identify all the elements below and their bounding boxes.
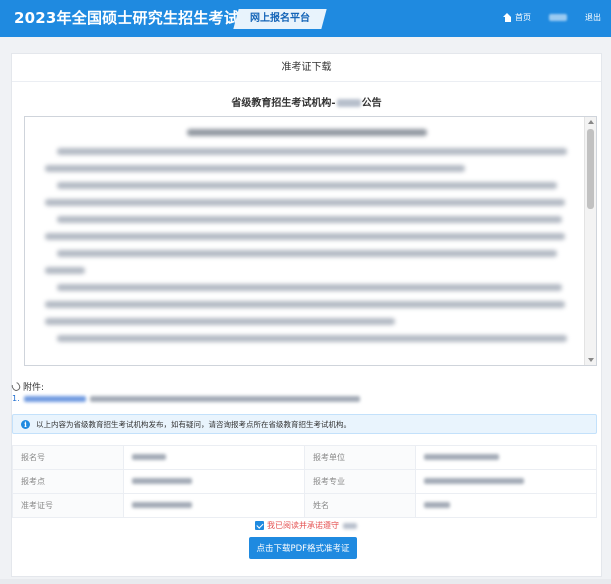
agreement-checkbox[interactable] <box>255 521 264 530</box>
notice-heading: 省级教育招生考试机构- 公告 <box>12 94 601 109</box>
scroll-down-arrow-icon[interactable] <box>588 358 594 362</box>
notice-line <box>57 148 567 155</box>
notice-scroll-box[interactable] <box>24 116 597 366</box>
footer-strip <box>0 579 611 584</box>
label-ticket-no: 准考证号 <box>12 493 124 518</box>
scroll-up-arrow-icon[interactable] <box>588 120 594 124</box>
site-title: 2023年全国硕士研究生招生考试 <box>14 9 239 27</box>
info-icon: i <box>21 419 30 429</box>
notice-line <box>45 301 565 308</box>
scroll-thumb[interactable] <box>587 129 594 209</box>
notice-heading-suffix: 公告 <box>361 98 382 109</box>
nav-logout[interactable]: 退出 <box>585 12 601 23</box>
table-row: 报名号 报考单位 <box>12 445 598 470</box>
attachments-label: 附件: <box>23 383 45 393</box>
agreement-text: 我已阅读并承诺遵守 <box>267 521 339 530</box>
agreement-doc-redacted <box>343 522 357 529</box>
notice-line <box>57 216 562 223</box>
info-alert: i 以上内容为省级教育招生考试机构发布，如有疑问，请咨询报考点所在省级教育招生考… <box>12 414 597 434</box>
label-name: 姓名 <box>303 493 416 518</box>
value-applied-unit <box>414 445 598 470</box>
notice-line <box>45 267 85 274</box>
notice-line <box>57 250 557 257</box>
platform-tag: 网上报名平台 <box>233 9 327 29</box>
attachments-header: 附件: <box>10 380 45 393</box>
notice-heading-prefix: 省级教育招生考试机构- <box>231 98 336 109</box>
table-row: 准考证号 姓名 <box>12 493 598 518</box>
download-pdf-button[interactable]: 点击下载PDF格式准考证 <box>249 537 357 559</box>
value-exam-site <box>123 469 305 494</box>
label-registration-no: 报名号 <box>12 445 124 470</box>
value-name <box>414 493 598 518</box>
paperclip-icon <box>10 380 22 393</box>
ticket-download-card: 准考证下载 省级教育招生考试机构- 公告 附件: 1. i 以上内容为省级教育招… <box>10 53 602 577</box>
notice-content-redacted <box>25 117 583 365</box>
notice-line <box>57 182 557 189</box>
value-ticket-no <box>123 493 305 518</box>
notice-line <box>45 318 395 325</box>
notice-scrollbar[interactable] <box>584 117 596 365</box>
top-nav: 首页 退出 <box>503 12 601 23</box>
attachment-link-redacted[interactable] <box>23 395 86 402</box>
label-applied-major: 报考专业 <box>303 469 416 494</box>
notice-line <box>45 165 465 172</box>
label-exam-site: 报考点 <box>12 469 124 494</box>
candidate-info-table: 报名号 报考单位 报考点 报考专业 准考证号 姓名 <box>12 445 598 518</box>
notice-line <box>45 199 565 206</box>
notice-line <box>187 129 427 136</box>
nav-home[interactable]: 首页 <box>503 12 531 23</box>
value-applied-major <box>414 469 598 494</box>
nav-home-label: 首页 <box>515 13 531 22</box>
province-redacted <box>336 99 361 107</box>
platform-tag-label: 网上报名平台 <box>250 13 310 24</box>
attachment-index: 1. <box>12 394 20 403</box>
value-registration-no <box>123 445 305 470</box>
card-title: 准考证下载 <box>12 54 601 82</box>
home-icon <box>503 13 512 22</box>
nav-logout-label: 退出 <box>585 13 601 22</box>
info-alert-text: 以上内容为省级教育招生考试机构发布，如有疑问，请咨询报考点所在省级教育招生考试机… <box>36 419 351 429</box>
notice-line <box>57 284 562 291</box>
notice-line <box>45 233 565 240</box>
attachment-item: 1. <box>12 394 360 403</box>
table-row: 报考点 报考专业 <box>12 469 598 494</box>
attachment-desc-redacted <box>89 395 360 402</box>
top-header: 2023年全国硕士研究生招生考试 网上报名平台 首页 退出 <box>0 0 611 37</box>
user-name-redacted <box>549 14 567 21</box>
label-applied-unit: 报考单位 <box>303 445 416 470</box>
nav-user[interactable] <box>549 14 567 21</box>
notice-line <box>57 335 567 342</box>
agreement-row[interactable]: 我已阅读并承诺遵守 <box>12 520 601 531</box>
